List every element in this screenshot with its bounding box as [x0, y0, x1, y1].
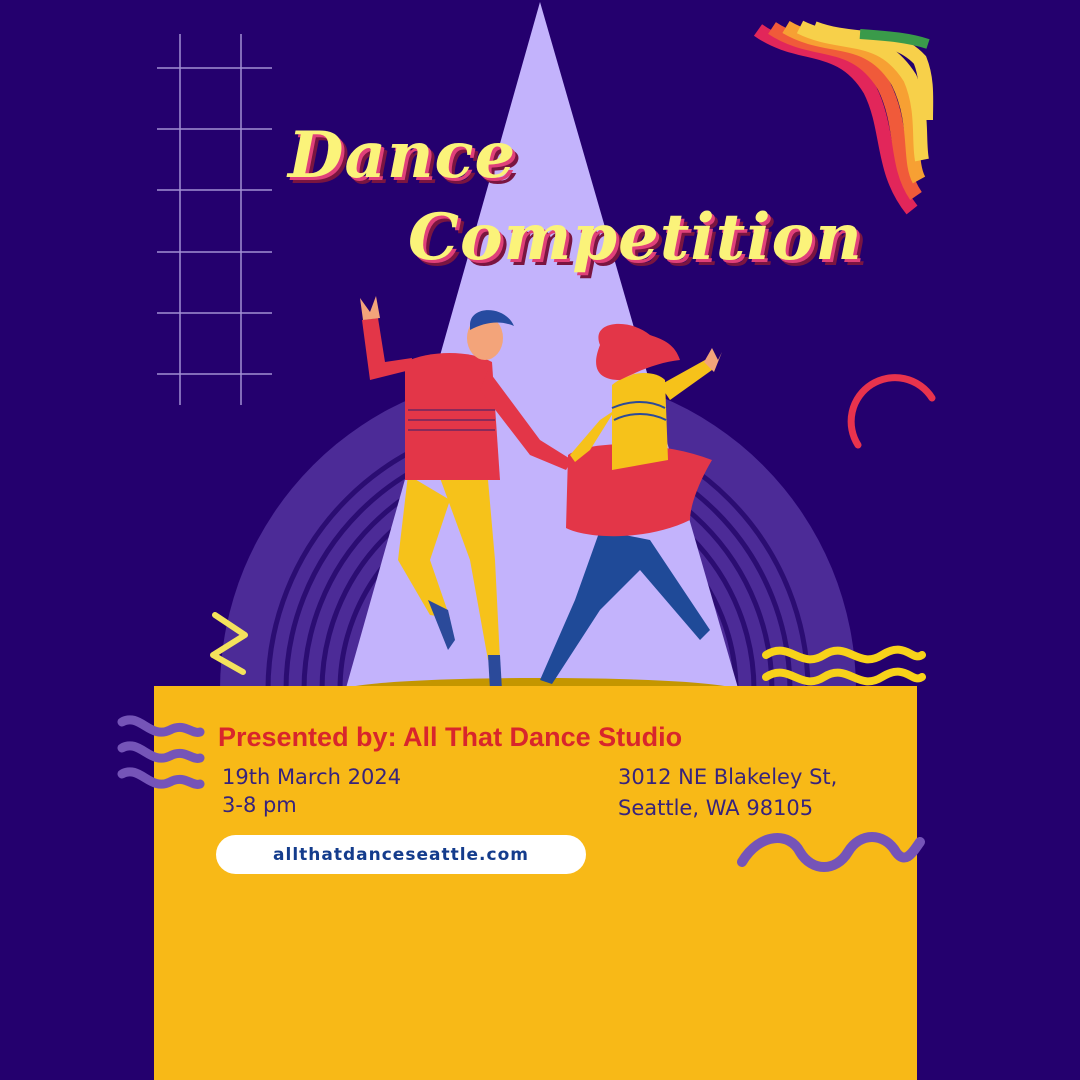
website-link[interactable]: allthatdanceseattle.com — [216, 835, 586, 874]
purple-wave-right — [737, 832, 925, 872]
event-time: 3-8 pm — [222, 793, 297, 817]
foreground-decorations — [117, 645, 926, 872]
purple-waves-left — [117, 715, 205, 789]
presented-by: Presented by: All That Dance Studio — [218, 722, 683, 752]
address-line-1: 3012 NE Blakeley St, — [618, 765, 838, 789]
poster: Dance Competition Presented by: All That… — [0, 0, 1080, 1080]
address-line-2: Seattle, WA 98105 — [618, 796, 814, 820]
zigzag-decoration — [762, 645, 926, 664]
event-date: 19th March 2024 — [222, 765, 402, 789]
